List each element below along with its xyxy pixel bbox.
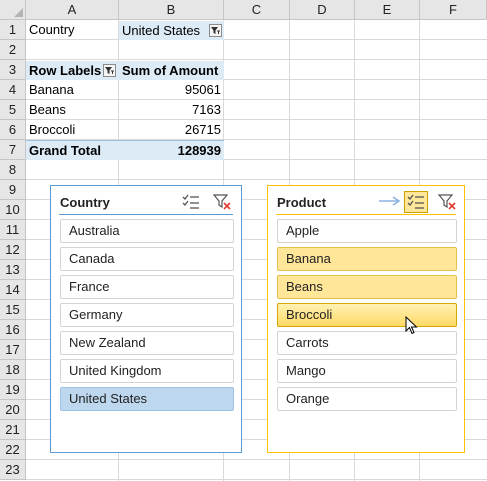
row-header[interactable]: 5	[0, 100, 26, 120]
row-header[interactable]: 16	[0, 320, 26, 340]
pivot-row-value[interactable]: 7163	[119, 100, 224, 119]
row-header[interactable]: 17	[0, 340, 26, 360]
slicer-item[interactable]: Apple	[277, 219, 457, 243]
row-header[interactable]: 20	[0, 400, 26, 420]
grand-total-label[interactable]: Grand Total	[26, 141, 119, 160]
row-header[interactable]: 23	[0, 460, 26, 480]
pivot-row-value[interactable]: 95061	[119, 80, 224, 99]
row-header[interactable]: 2	[0, 40, 26, 60]
column-header-e[interactable]: E	[355, 0, 420, 20]
row-labels-dropdown-button[interactable]	[103, 64, 116, 77]
row-header[interactable]: 7	[0, 140, 26, 160]
gridline	[26, 479, 487, 480]
row-header[interactable]: 10	[0, 200, 26, 220]
slicer-item[interactable]: Australia	[60, 219, 234, 243]
spreadsheet-grid: A B C D E F 1 2 3 4 5 6 7 8 9 10 11 12 13 14 15 16 17 18 1…	[0, 0, 487, 481]
slicer-item[interactable]: United States	[60, 387, 234, 411]
multi-select-icon	[407, 194, 424, 209]
column-header-d[interactable]: D	[290, 0, 355, 20]
pivot-values-header[interactable]: Sum of Amount	[119, 61, 224, 80]
arrow-icon	[379, 196, 401, 206]
pivot-row-label[interactable]: Banana	[26, 80, 119, 99]
clear-filter-icon[interactable]	[212, 193, 232, 211]
filter-active-icon	[211, 27, 220, 34]
row-header[interactable]: 8	[0, 160, 26, 180]
filter-dropdown-icon	[105, 67, 114, 74]
slicer-item[interactable]: Germany	[60, 303, 234, 327]
mouse-cursor-icon	[405, 316, 418, 335]
gridline	[26, 179, 487, 180]
clear-filter-icon[interactable]	[437, 193, 457, 211]
column-header-b[interactable]: B	[119, 0, 224, 20]
product-slicer-title: Product	[277, 195, 327, 210]
filter-field-label[interactable]: Country	[26, 20, 119, 39]
gridline	[26, 39, 487, 40]
row-header[interactable]: 18	[0, 360, 26, 380]
slicer-item[interactable]: Beans	[277, 275, 457, 299]
row-header[interactable]: 6	[0, 120, 26, 140]
row-header[interactable]: 11	[0, 220, 26, 240]
country-slicer-title: Country	[60, 195, 110, 210]
filter-dropdown-button[interactable]	[209, 24, 222, 37]
row-header[interactable]: 3	[0, 60, 26, 80]
row-header[interactable]: 21	[0, 420, 26, 440]
row-header[interactable]: 1	[0, 20, 26, 40]
slicer-item[interactable]: Orange	[277, 387, 457, 411]
row-header[interactable]: 22	[0, 440, 26, 460]
gridline	[26, 459, 487, 460]
product-slicer-separator	[276, 214, 456, 215]
row-header[interactable]: 19	[0, 380, 26, 400]
slicer-item[interactable]: Broccoli	[277, 303, 457, 327]
slicer-item[interactable]: New Zealand	[60, 331, 234, 355]
row-header[interactable]: 14	[0, 280, 26, 300]
slicer-item[interactable]: United Kingdom	[60, 359, 234, 383]
slicer-item[interactable]: Mango	[277, 359, 457, 383]
multi-select-toggle[interactable]	[404, 191, 428, 213]
slicer-item[interactable]: Carrots	[277, 331, 457, 355]
row-header[interactable]: 4	[0, 80, 26, 100]
row-header[interactable]: 12	[0, 240, 26, 260]
grand-total-top-border	[26, 140, 224, 141]
slicer-item[interactable]: Canada	[60, 247, 234, 271]
slicer-item[interactable]: Banana	[277, 247, 457, 271]
slicer-item[interactable]: France	[60, 275, 234, 299]
row-header[interactable]: 13	[0, 260, 26, 280]
row-header[interactable]: 15	[0, 300, 26, 320]
gridline	[26, 59, 487, 60]
column-header-f[interactable]: F	[420, 0, 487, 20]
pivot-row-label[interactable]: Beans	[26, 100, 119, 119]
select-all-corner[interactable]	[0, 0, 26, 20]
pivot-row-label[interactable]: Broccoli	[26, 120, 119, 139]
multi-select-icon[interactable]	[181, 193, 201, 211]
country-slicer[interactable]: Country Australia Canada France Germany New …	[50, 185, 242, 453]
grand-total-value[interactable]: 128939	[119, 141, 224, 160]
product-slicer[interactable]: Product Apple Banana Beans Broccoli Carrots M…	[267, 185, 465, 453]
column-header-a[interactable]: A	[26, 0, 119, 20]
pivot-row-value[interactable]: 26715	[119, 120, 224, 139]
country-slicer-separator	[59, 214, 233, 215]
row-header[interactable]: 9	[0, 180, 26, 200]
column-header-c[interactable]: C	[224, 0, 290, 20]
